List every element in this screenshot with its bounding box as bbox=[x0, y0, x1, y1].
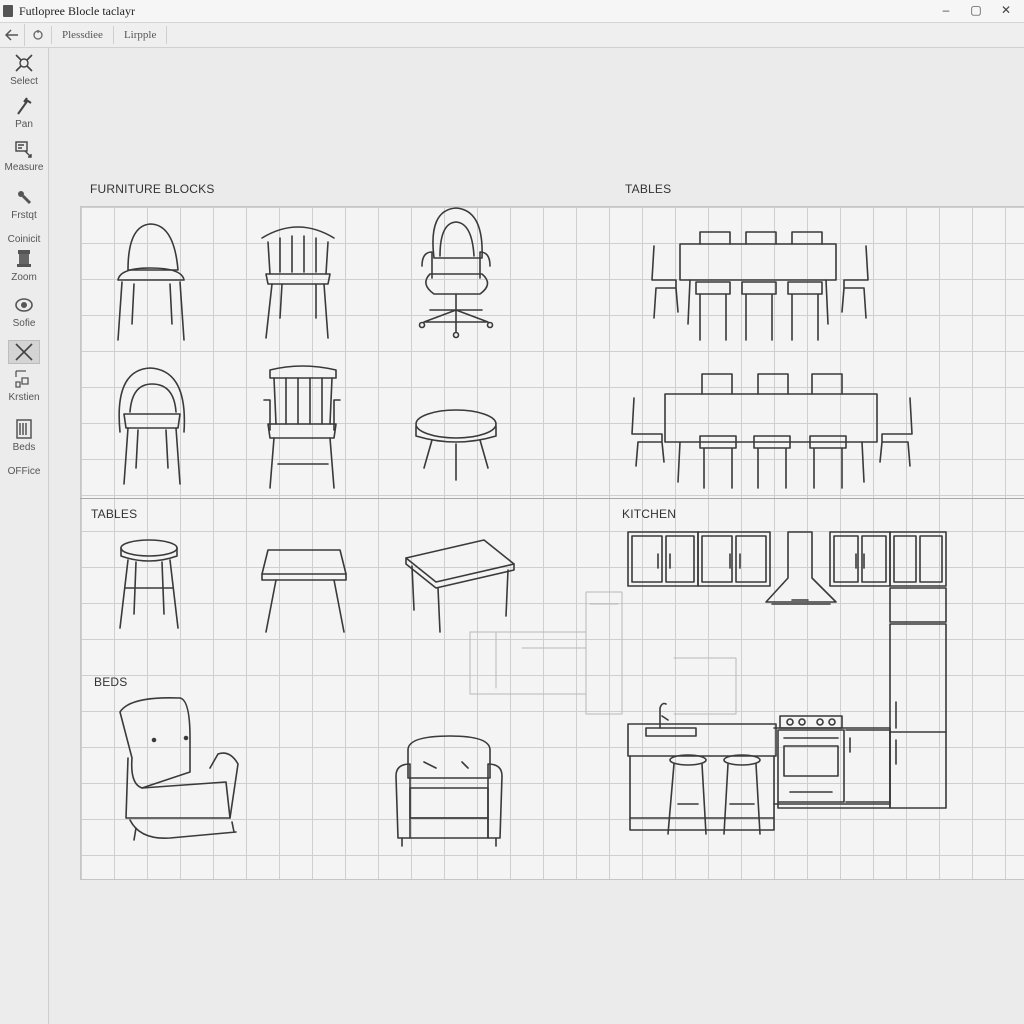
block-range-hood[interactable] bbox=[765, 531, 837, 605]
block-stool[interactable] bbox=[119, 539, 179, 629]
refresh-button[interactable] bbox=[24, 24, 51, 46]
tool-cross-active[interactable] bbox=[0, 340, 48, 364]
measure-icon bbox=[15, 141, 32, 158]
tab-plessdiee[interactable]: Plessdiee bbox=[51, 26, 113, 44]
block-recliner[interactable] bbox=[119, 696, 239, 841]
tool-select[interactable]: Select bbox=[0, 52, 48, 87]
block-side-table[interactable] bbox=[261, 549, 347, 633]
block-spindle-chair[interactable] bbox=[261, 226, 335, 339]
bed-icon bbox=[16, 419, 32, 439]
block-modern-chair[interactable] bbox=[117, 223, 185, 341]
eye-icon bbox=[15, 298, 33, 312]
app-logo-icon bbox=[3, 5, 13, 17]
tool-panel: Select Pan Measure Frstqt Coinicit Zoom … bbox=[0, 48, 49, 1024]
arrow-left-icon bbox=[5, 29, 18, 41]
tool-krstien[interactable]: Krstien bbox=[0, 368, 48, 403]
block-office-chair[interactable] bbox=[418, 207, 494, 339]
minimize-button[interactable]: – bbox=[938, 2, 954, 18]
toolbar: Plessdiee Lirpple bbox=[0, 23, 1024, 48]
title-bar: Futlopree Blocle taclayr – ▢ ✕ bbox=[0, 0, 1024, 23]
drawing-canvas[interactable]: FURNITURE BLOCKS TABLES TABLES KITCHEN B… bbox=[50, 48, 1024, 1024]
block-windsor-armchair[interactable] bbox=[263, 365, 341, 489]
block-round-back-chair[interactable] bbox=[118, 367, 186, 485]
cross-icon bbox=[15, 343, 33, 361]
window-title: Futlopree Blocle taclayr bbox=[19, 3, 135, 18]
block-armchair[interactable] bbox=[395, 735, 503, 847]
tool-zoom[interactable]: Zoom bbox=[0, 248, 48, 283]
pan-icon bbox=[17, 97, 32, 115]
construction-lines bbox=[469, 591, 737, 715]
select-icon bbox=[15, 54, 33, 72]
grid-icon bbox=[15, 370, 29, 388]
block-kitchen-upper-cabinets[interactable] bbox=[627, 531, 947, 623]
tool-coinicit[interactable]: Coinicit bbox=[0, 232, 48, 245]
maximize-button[interactable]: ▢ bbox=[968, 2, 984, 18]
block-perspective-table[interactable] bbox=[405, 539, 515, 633]
pen-icon bbox=[18, 191, 32, 205]
tool-sofie[interactable]: Sofie bbox=[0, 294, 48, 329]
window-controls: – ▢ ✕ bbox=[938, 2, 1014, 18]
refresh-icon bbox=[33, 30, 43, 40]
tab-lirpple[interactable]: Lirpple bbox=[112, 26, 168, 44]
block-stove[interactable] bbox=[773, 715, 891, 809]
block-dining-table-long[interactable] bbox=[631, 373, 913, 489]
tool-frstqt[interactable]: Frstqt bbox=[0, 186, 48, 221]
tool-office[interactable]: OFFice bbox=[0, 464, 48, 477]
block-dining-table-large[interactable] bbox=[651, 231, 869, 341]
block-kitchen-tall-cabinet[interactable] bbox=[889, 623, 947, 809]
tool-measure[interactable]: Measure bbox=[0, 138, 48, 173]
tool-pan[interactable]: Pan bbox=[0, 95, 48, 130]
zoom-icon bbox=[17, 250, 31, 267]
block-kitchen-island[interactable] bbox=[627, 702, 777, 835]
close-button[interactable]: ✕ bbox=[998, 2, 1014, 18]
furniture-drawings bbox=[117, 207, 947, 847]
back-button[interactable] bbox=[0, 24, 24, 46]
tool-beds[interactable]: Beds bbox=[0, 418, 48, 453]
block-round-table[interactable] bbox=[415, 409, 497, 481]
